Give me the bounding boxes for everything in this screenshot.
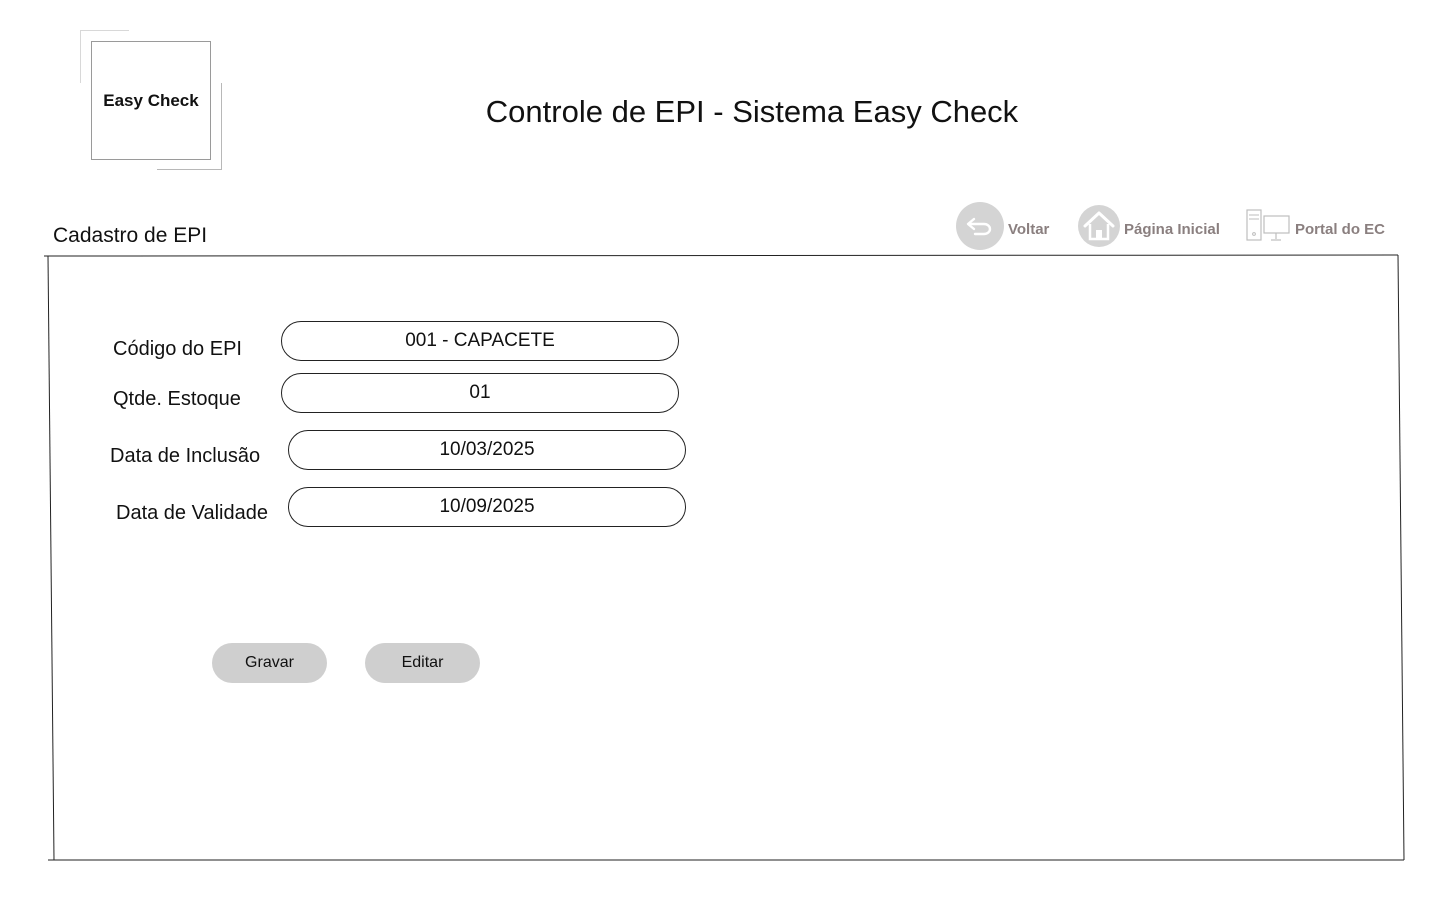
estoque-input[interactable]: 01 xyxy=(281,373,679,413)
field-label-estoque: Qtde. Estoque xyxy=(113,388,241,410)
page: Easy Check Controle de EPI - Sistema Eas… xyxy=(0,0,1440,900)
field-label-validade: Data de Validade xyxy=(116,502,268,524)
save-button[interactable]: Gravar xyxy=(212,643,327,683)
codigo-epi-input[interactable]: 001 - CAPACETE xyxy=(281,321,679,361)
field-label-inclusao: Data de Inclusão xyxy=(110,445,261,467)
data-inclusao-input[interactable]: 10/03/2025 xyxy=(288,430,686,470)
field-label-codigo: Código do EPI xyxy=(113,338,242,360)
data-validade-input[interactable]: 10/09/2025 xyxy=(288,487,686,527)
edit-button[interactable]: Editar xyxy=(365,643,480,683)
